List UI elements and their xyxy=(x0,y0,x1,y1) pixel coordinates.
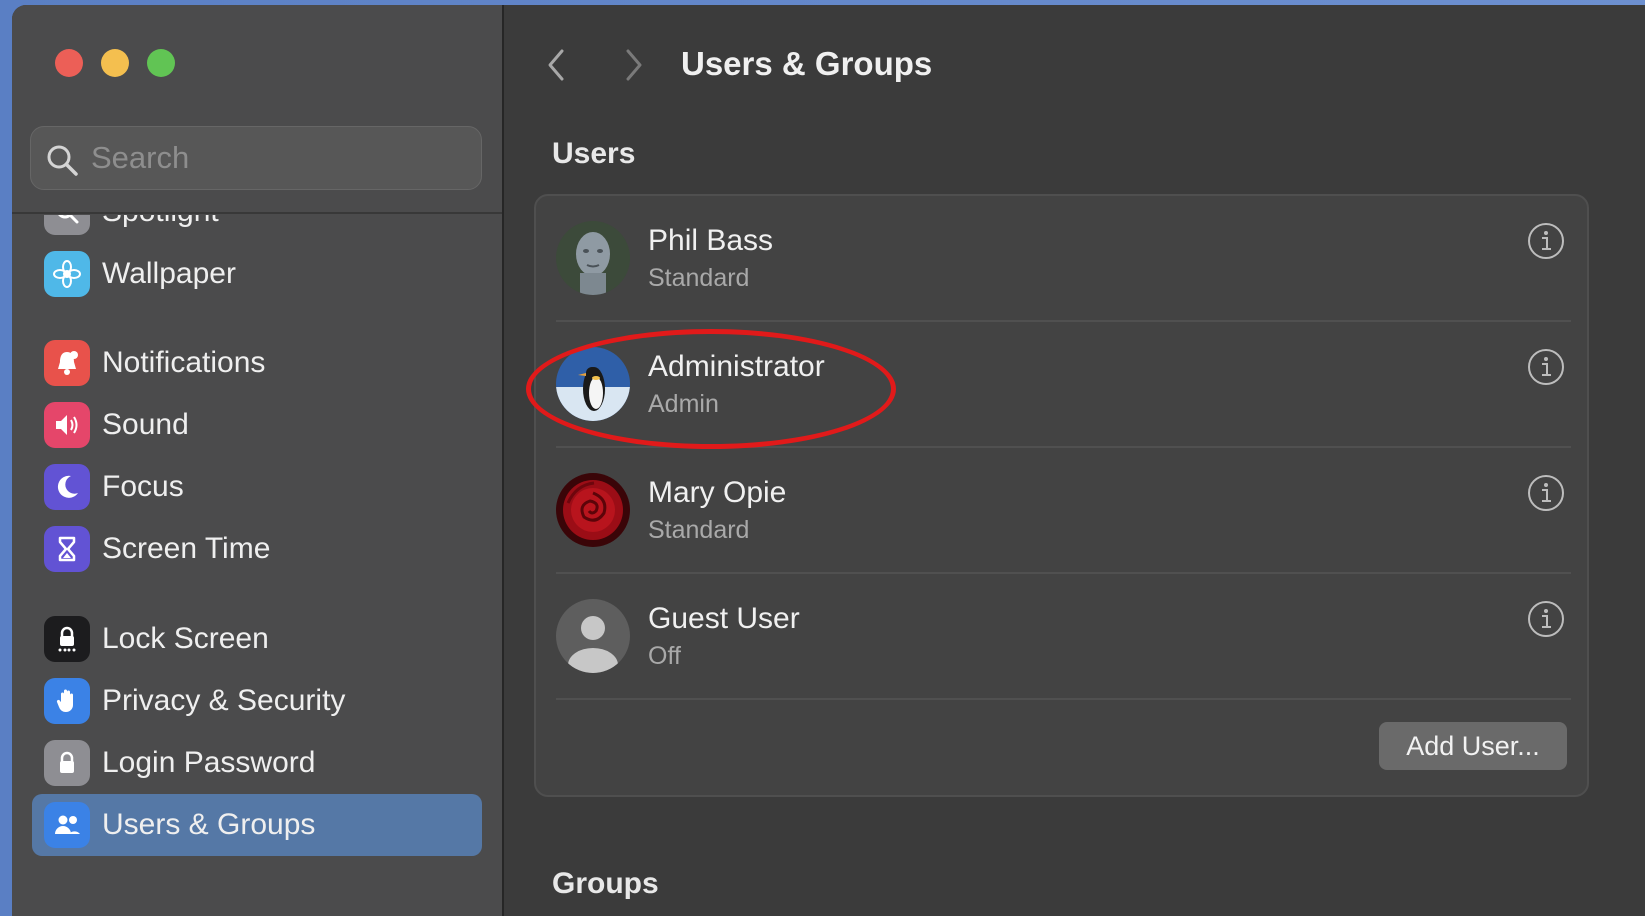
info-icon[interactable] xyxy=(1527,222,1565,260)
users-icon xyxy=(44,802,90,848)
user-name: Guest User xyxy=(648,602,800,635)
hourglass-icon xyxy=(44,526,90,572)
sidebar-item-label: Focus xyxy=(102,470,184,503)
groups-heading: Groups xyxy=(552,867,659,900)
user-role: Standard xyxy=(648,264,750,292)
sidebar-divider xyxy=(12,212,502,214)
search-icon xyxy=(47,145,78,176)
sidebar: Spotlight Wallpaper Notifications xyxy=(12,5,504,916)
info-icon[interactable] xyxy=(1527,474,1565,512)
users-panel: Phil Bass Standard Administrator Admin M… xyxy=(534,194,1589,797)
sidebar-item-label: Wallpaper xyxy=(102,257,236,290)
desktop: Spotlight Wallpaper Notifications xyxy=(0,0,1645,916)
user-role: Off xyxy=(648,642,681,670)
rose-avatar xyxy=(556,473,630,547)
speaker-icon xyxy=(44,402,90,448)
back-button[interactable] xyxy=(536,43,576,87)
statue-avatar xyxy=(556,221,630,295)
users-heading: Users xyxy=(552,137,636,170)
user-role: Standard xyxy=(648,516,750,544)
info-icon[interactable] xyxy=(1527,348,1565,386)
user-row-phil-bass[interactable]: Phil Bass Standard xyxy=(556,196,1571,322)
settings-window: Spotlight Wallpaper Notifications xyxy=(12,5,1645,916)
sidebar-item-screen-time[interactable]: Screen Time xyxy=(32,518,482,580)
info-icon[interactable] xyxy=(1527,600,1565,638)
sidebar-list: Spotlight Wallpaper Notifications xyxy=(12,215,502,915)
hand-icon xyxy=(44,678,90,724)
search-input[interactable] xyxy=(91,127,471,189)
page-title: Users & Groups xyxy=(681,45,933,82)
highlight-annotation xyxy=(526,329,896,449)
sidebar-item-label: Privacy & Security xyxy=(102,684,346,717)
sidebar-item-notifications[interactable]: Notifications xyxy=(32,332,482,394)
sidebar-item-lock-screen[interactable]: Lock Screen xyxy=(32,608,482,670)
lock-icon xyxy=(44,616,90,662)
sidebar-item-label: Screen Time xyxy=(102,532,271,565)
sidebar-item-label: Notifications xyxy=(102,346,266,379)
lock-icon xyxy=(44,740,90,786)
sidebar-item-label: Lock Screen xyxy=(102,622,269,655)
close-window-button[interactable] xyxy=(55,49,83,77)
sidebar-item-spotlight[interactable]: Spotlight xyxy=(32,215,482,243)
zoom-window-button[interactable] xyxy=(147,49,175,77)
user-name: Mary Opie xyxy=(648,476,787,509)
sidebar-item-label: Login Password xyxy=(102,746,316,779)
user-row-guest-user[interactable]: Guest User Off xyxy=(556,574,1571,700)
minimize-window-button[interactable] xyxy=(101,49,129,77)
sidebar-item-sound[interactable]: Sound xyxy=(32,394,482,456)
sidebar-item-privacy-security[interactable]: Privacy & Security xyxy=(32,670,482,732)
search-box[interactable] xyxy=(30,126,482,190)
chevron-left-icon xyxy=(548,49,564,81)
row-divider xyxy=(556,698,1571,700)
user-name: Phil Bass xyxy=(648,224,774,257)
sidebar-item-label: Spotlight xyxy=(102,215,219,229)
sidebar-item-wallpaper[interactable]: Wallpaper xyxy=(32,243,482,305)
sidebar-item-focus[interactable]: Focus xyxy=(32,456,482,518)
sidebar-item-label: Sound xyxy=(102,408,189,441)
user-row-mary-opie[interactable]: Mary Opie Standard xyxy=(556,448,1571,574)
chevron-right-icon xyxy=(626,49,642,81)
flower-icon xyxy=(44,251,90,297)
main-pane: Users & Groups Users Phil Bass Standard … xyxy=(506,5,1645,916)
add-user-button[interactable]: Add User... xyxy=(1379,722,1567,770)
forward-button[interactable] xyxy=(614,43,654,87)
person-avatar xyxy=(556,599,630,673)
sidebar-item-label: Users & Groups xyxy=(102,808,316,841)
sidebar-item-users-groups[interactable]: Users & Groups xyxy=(32,794,482,856)
sidebar-item-login-password[interactable]: Login Password xyxy=(32,732,482,794)
spotlight-icon xyxy=(44,215,90,235)
moon-icon xyxy=(44,464,90,510)
bell-icon xyxy=(44,340,90,386)
